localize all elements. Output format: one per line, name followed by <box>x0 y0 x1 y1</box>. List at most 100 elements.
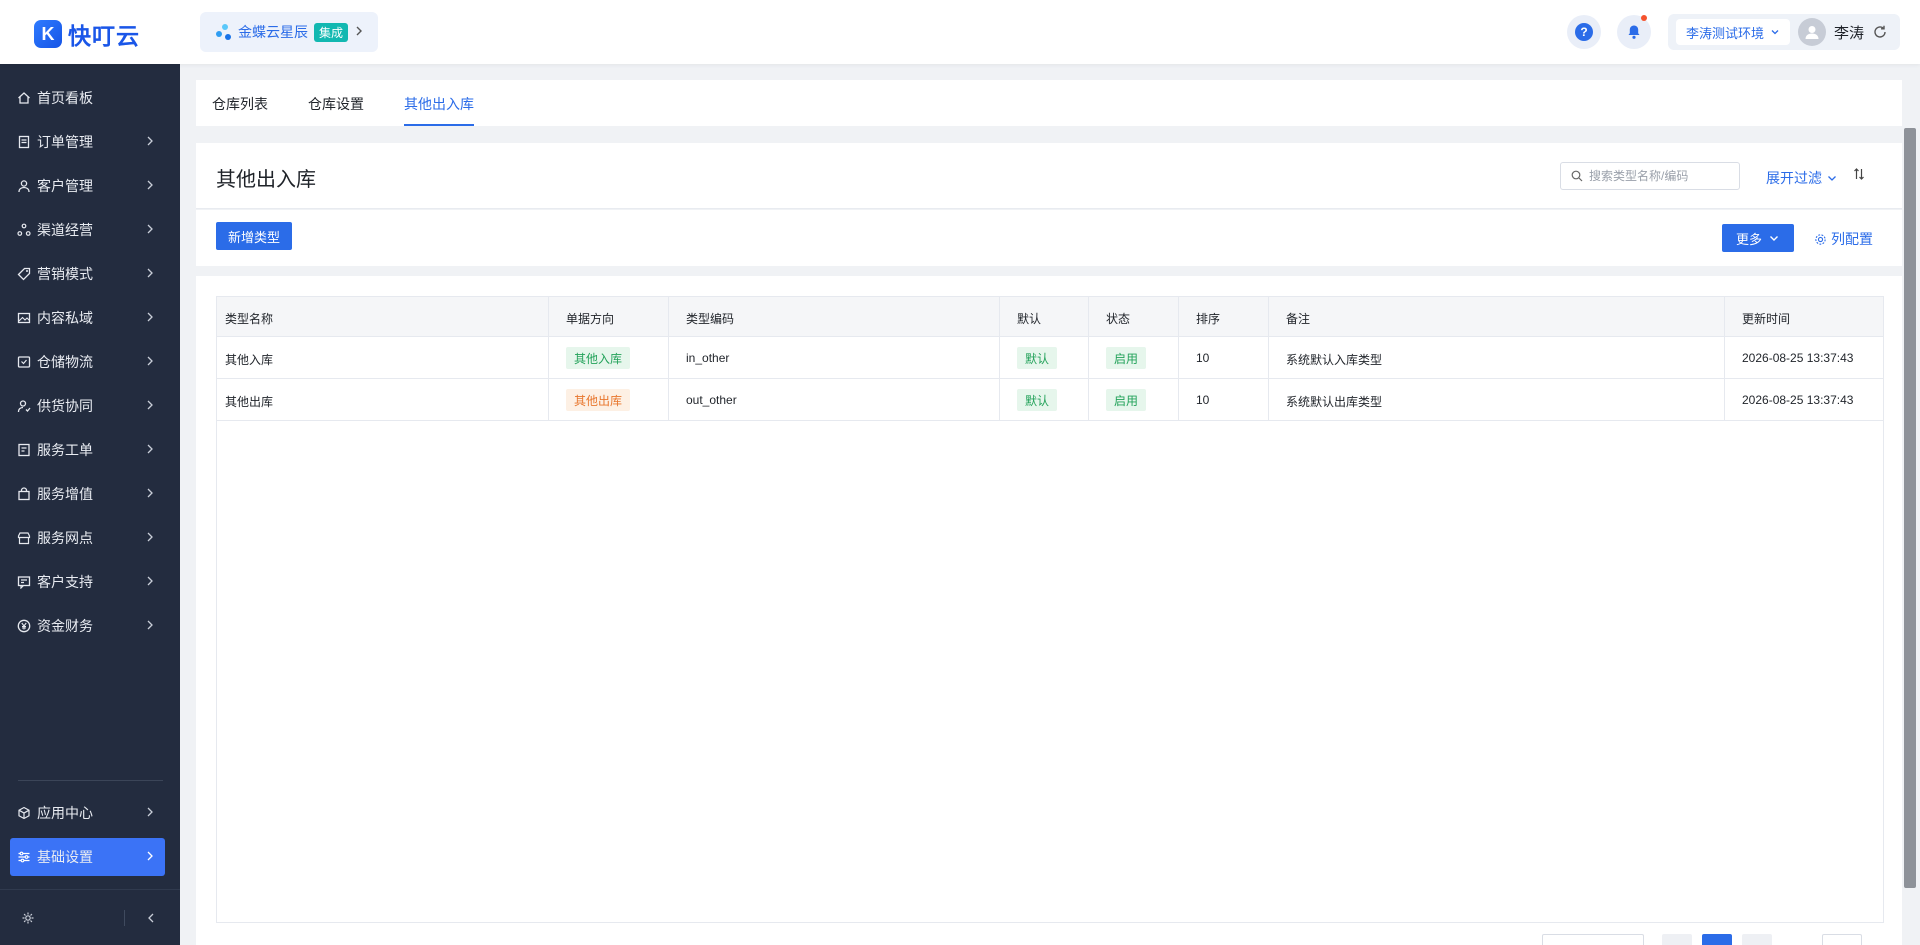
sidebar-item-warehouse[interactable]: 仓储物流 <box>10 343 165 381</box>
chevron-right-icon <box>147 400 153 410</box>
sidebar-item-content[interactable]: 内容私域 <box>10 299 165 337</box>
collapse-sidebar-icon[interactable] <box>145 911 157 925</box>
search-icon <box>1571 170 1583 182</box>
cell-name: 其他入库 <box>225 353 274 367</box>
table-row[interactable]: 其他入库 其他入库 in_other 默认 启用 10 系统默认入库类型 202… <box>217 337 1883 379</box>
order-icon <box>16 134 32 150</box>
status-badge: 启用 <box>1106 389 1147 411</box>
add-type-button[interactable]: 新增类型 <box>216 222 292 250</box>
vertical-scrollbar[interactable] <box>1904 128 1916 888</box>
gear-icon[interactable] <box>21 911 35 925</box>
sidebar-item-supply[interactable]: 供货协同 <box>10 387 165 425</box>
sidebar-item-customers[interactable]: 客户管理 <box>10 167 165 205</box>
sidebar-item-support[interactable]: 客户支持 <box>10 563 165 601</box>
column-header-updated[interactable]: 更新时间 <box>1742 310 1790 327</box>
prev-page-button[interactable] <box>1662 934 1692 945</box>
chevron-down-icon <box>1828 176 1836 181</box>
column-divider <box>999 297 1000 420</box>
chevron-right-icon <box>147 312 153 322</box>
chevron-right-icon <box>147 576 153 586</box>
action-bar: 新增类型 更多 列配置 <box>196 210 1904 266</box>
column-divider <box>1724 297 1725 420</box>
direction-tag: 其他入库 <box>566 347 631 369</box>
sidebar-item-finance[interactable]: 资金财务 <box>10 607 165 645</box>
search-box[interactable] <box>1560 162 1740 190</box>
supply-icon <box>16 398 32 414</box>
sidebar-item-service-points[interactable]: 服务网点 <box>10 519 165 557</box>
sidebar-item-orders[interactable]: 订单管理 <box>10 123 165 161</box>
sidebar-item-value-added[interactable]: 服务增值 <box>10 475 165 513</box>
table-card: 类型名称 单据方向 类型编码 默认 状态 排序 备注 更新时间 其他入库 其他入… <box>196 276 1904 945</box>
top-header: K 快叮云 金蝶云星辰 集成 ? 李涛测试环境 李涛 <box>0 0 1920 64</box>
sidebar-item-label: 仓储物流 <box>37 354 93 370</box>
integration-badge: 集成 <box>314 22 349 42</box>
column-header-status[interactable]: 状态 <box>1106 310 1130 327</box>
settings-list-icon <box>16 849 32 865</box>
sidebar-item-label: 订单管理 <box>37 134 93 150</box>
footer-divider <box>124 910 125 926</box>
column-config-button[interactable]: 列配置 <box>1814 229 1873 249</box>
sidebar-footer <box>0 889 180 945</box>
search-input[interactable] <box>1589 169 1729 183</box>
data-table: 类型名称 单据方向 类型编码 默认 状态 排序 备注 更新时间 其他入库 其他入… <box>216 296 1884 923</box>
sidebar-item-dashboard[interactable]: 首页看板 <box>10 79 165 117</box>
jump-page-input[interactable] <box>1822 934 1862 945</box>
tab-warehouse-list[interactable]: 仓库列表 <box>212 94 268 114</box>
table-header: 类型名称 单据方向 类型编码 默认 状态 排序 备注 更新时间 <box>217 297 1883 337</box>
column-divider <box>1088 297 1089 420</box>
current-page-button[interactable] <box>1702 934 1732 945</box>
more-button[interactable]: 更多 <box>1722 224 1794 252</box>
column-header-name[interactable]: 类型名称 <box>225 310 273 327</box>
table-row[interactable]: 其他出库 其他出库 out_other 默认 启用 10 系统默认出库类型 20… <box>217 379 1883 421</box>
sidebar-item-basic-settings[interactable]: 基础设置 <box>10 838 165 876</box>
sidebar: 首页看板 订单管理 客户管理 渠道经营 营销模式 内容私域 仓储物流 供货协同 … <box>0 64 180 945</box>
app-logo[interactable]: K 快叮云 <box>34 17 140 51</box>
expand-filter-label: 展开过滤 <box>1766 170 1822 186</box>
gear-icon <box>1815 233 1826 245</box>
chevron-right-icon <box>147 620 153 630</box>
chevron-down-icon <box>1771 30 1779 35</box>
environment-select[interactable]: 李涛测试环境 <box>1676 19 1791 45</box>
default-tag: 默认 <box>1017 347 1058 369</box>
sidebar-divider <box>18 780 163 781</box>
help-icon: ? <box>1575 23 1593 41</box>
expand-filter-button[interactable]: 展开过滤 <box>1766 168 1838 188</box>
refresh-icon[interactable] <box>1872 24 1888 40</box>
page-size-select[interactable] <box>1542 934 1644 945</box>
integration-switcher[interactable]: 金蝶云星辰 集成 <box>200 12 378 52</box>
yuan-icon <box>16 618 32 634</box>
chevron-right-icon <box>147 268 153 278</box>
sidebar-item-label: 客户支持 <box>37 574 93 590</box>
sidebar-item-label: 渠道经营 <box>37 222 93 238</box>
chevron-down-icon <box>1770 236 1778 241</box>
chevron-right-icon <box>147 224 153 234</box>
cell-remark: 系统默认入库类型 <box>1286 353 1383 367</box>
avatar[interactable] <box>1798 18 1827 46</box>
sidebar-item-marketing[interactable]: 营销模式 <box>10 255 165 293</box>
column-header-default[interactable]: 默认 <box>1017 310 1041 327</box>
sort-icon[interactable] <box>1852 167 1866 181</box>
tabs-bar: 仓库列表 仓库设置 其他出入库 <box>196 80 1904 126</box>
column-header-direction[interactable]: 单据方向 <box>566 310 614 327</box>
sidebar-item-channels[interactable]: 渠道经营 <box>10 211 165 249</box>
column-header-sort[interactable]: 排序 <box>1196 310 1220 327</box>
page-title: 其他出入库 <box>216 169 316 191</box>
tab-other-in-out[interactable]: 其他出入库 <box>404 94 474 114</box>
column-config-label: 列配置 <box>1831 231 1873 247</box>
cell-code: in_other <box>686 351 730 365</box>
column-header-code[interactable]: 类型编码 <box>686 310 734 327</box>
column-header-remark[interactable]: 备注 <box>1286 310 1310 327</box>
next-page-button[interactable] <box>1742 934 1772 945</box>
title-card: 其他出入库 展开过滤 <box>196 143 1904 209</box>
sidebar-item-service-tickets[interactable]: 服务工单 <box>10 431 165 469</box>
sidebar-item-app-center[interactable]: 应用中心 <box>10 794 165 832</box>
column-divider <box>548 297 549 420</box>
default-tag: 默认 <box>1017 389 1058 411</box>
cell-code: out_other <box>686 393 737 407</box>
sidebar-item-label: 资金财务 <box>37 618 93 634</box>
logo-mark-icon: K <box>34 20 62 48</box>
tab-warehouse-settings[interactable]: 仓库设置 <box>308 94 364 114</box>
home-icon <box>16 90 32 106</box>
notification-button[interactable] <box>1617 15 1651 49</box>
help-button[interactable]: ? <box>1567 15 1601 49</box>
